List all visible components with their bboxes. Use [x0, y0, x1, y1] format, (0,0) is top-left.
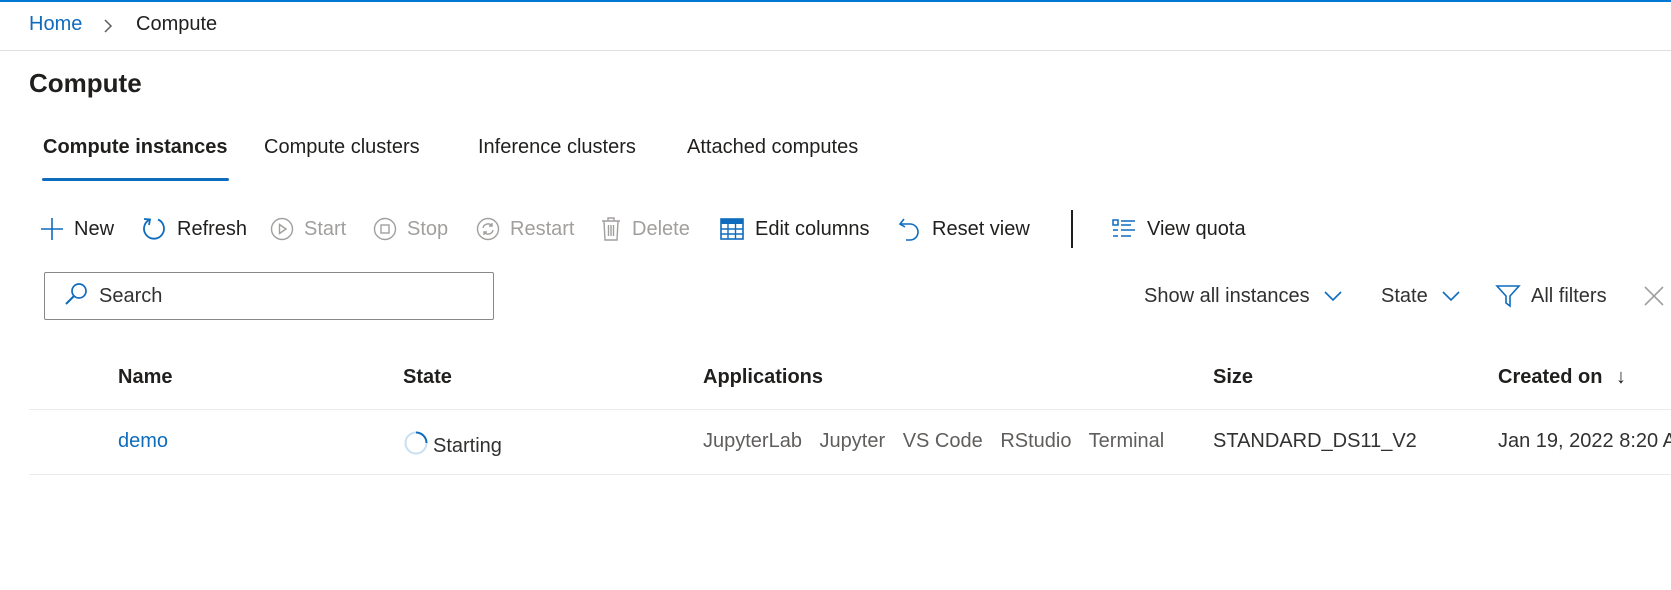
delete-button[interactable]: Delete — [600, 206, 690, 252]
instance-state: Starting — [403, 430, 502, 462]
tab-compute-clusters[interactable]: Compute clusters — [264, 136, 420, 159]
edit-columns-button-label: Edit columns — [755, 217, 870, 240]
close-icon — [1643, 285, 1665, 307]
restart-icon — [476, 217, 510, 241]
column-header-name[interactable]: Name — [118, 366, 172, 389]
column-header-created-on-label: Created on — [1498, 366, 1603, 388]
tab-attached-computes[interactable]: Attached computes — [687, 136, 858, 159]
plus-icon — [40, 217, 74, 241]
stop-icon — [373, 217, 407, 241]
refresh-button[interactable]: Refresh — [141, 206, 247, 252]
column-header-size[interactable]: Size — [1213, 366, 1253, 389]
column-header-state[interactable]: State — [403, 366, 452, 389]
table-header: Name State Applications Size Created on … — [29, 355, 1671, 410]
tab-compute-instances[interactable]: Compute instances — [43, 136, 227, 159]
reset-view-button-label: Reset view — [932, 217, 1030, 240]
delete-button-label: Delete — [632, 217, 690, 240]
page-title: Compute — [29, 68, 142, 98]
breadcrumb: Home Compute — [0, 2, 1671, 51]
search-box[interactable] — [44, 272, 494, 320]
spinner-icon — [403, 430, 433, 462]
tab-bar: Compute instances Compute clusters Infer… — [0, 128, 1000, 184]
app-link-jupyter[interactable]: Jupyter — [820, 430, 886, 452]
app-link-jupyterlab[interactable]: JupyterLab — [703, 430, 802, 452]
instance-applications: JupyterLab Jupyter VS Code RStudio Termi… — [703, 430, 1176, 453]
stop-button-label: Stop — [407, 217, 449, 240]
column-header-created-on[interactable]: Created on ↓ — [1498, 366, 1626, 389]
instance-name-link[interactable]: demo — [118, 430, 168, 453]
start-button[interactable]: Start — [270, 206, 346, 252]
table-icon — [719, 216, 755, 242]
stop-button[interactable]: Stop — [373, 206, 448, 252]
search-input[interactable] — [99, 284, 479, 308]
instance-created-on: Jan 19, 2022 8:20 A — [1498, 430, 1671, 452]
show-all-instances-dropdown[interactable]: Show all instances — [1144, 276, 1342, 316]
command-bar: New Refresh Start Stop Restart Delete Ed… — [0, 206, 1300, 252]
list-icon — [1111, 217, 1147, 241]
new-button[interactable]: New — [40, 206, 114, 252]
instance-size: STANDARD_DS11_V2 — [1213, 430, 1417, 452]
toolbar-divider — [1071, 210, 1073, 248]
play-icon — [270, 217, 304, 241]
undo-icon — [898, 216, 932, 242]
app-link-rstudio[interactable]: RStudio — [1000, 430, 1071, 452]
refresh-button-label: Refresh — [177, 217, 248, 240]
chevron-right-icon — [103, 18, 113, 39]
breadcrumb-home-link[interactable]: Home — [29, 13, 82, 36]
new-button-label: New — [74, 217, 115, 240]
clear-filters-button[interactable] — [1643, 276, 1665, 316]
chevron-down-icon — [1324, 290, 1342, 302]
restart-button-label: Restart — [510, 217, 575, 240]
view-quota-button-label: View quota — [1147, 217, 1246, 240]
breadcrumb-current: Compute — [136, 13, 218, 35]
filter-icon — [1495, 283, 1521, 309]
app-link-vscode[interactable]: VS Code — [903, 430, 983, 452]
refresh-icon — [141, 216, 177, 242]
start-button-label: Start — [304, 217, 347, 240]
edit-columns-button[interactable]: Edit columns — [719, 206, 870, 252]
trash-icon — [600, 216, 632, 242]
tab-inference-clusters[interactable]: Inference clusters — [478, 136, 636, 159]
sort-descending-icon: ↓ — [1616, 366, 1627, 388]
state-filter-dropdown[interactable]: State — [1381, 276, 1460, 316]
column-header-applications[interactable]: Applications — [703, 366, 823, 389]
view-quota-button[interactable]: View quota — [1111, 206, 1246, 252]
state-filter-label: State — [1381, 284, 1428, 307]
chevron-down-icon — [1442, 290, 1460, 302]
table-row[interactable]: demo Starting JupyterLab Jupyter VS Code… — [29, 410, 1671, 475]
reset-view-button[interactable]: Reset view — [898, 206, 1030, 252]
search-icon — [45, 281, 99, 312]
instance-state-label: Starting — [433, 434, 502, 457]
app-link-terminal[interactable]: Terminal — [1089, 430, 1165, 452]
show-all-instances-label: Show all instances — [1144, 284, 1310, 307]
all-filters-label: All filters — [1531, 284, 1607, 307]
restart-button[interactable]: Restart — [476, 206, 574, 252]
active-tab-indicator — [42, 178, 229, 181]
all-filters-button[interactable]: All filters — [1495, 276, 1607, 316]
